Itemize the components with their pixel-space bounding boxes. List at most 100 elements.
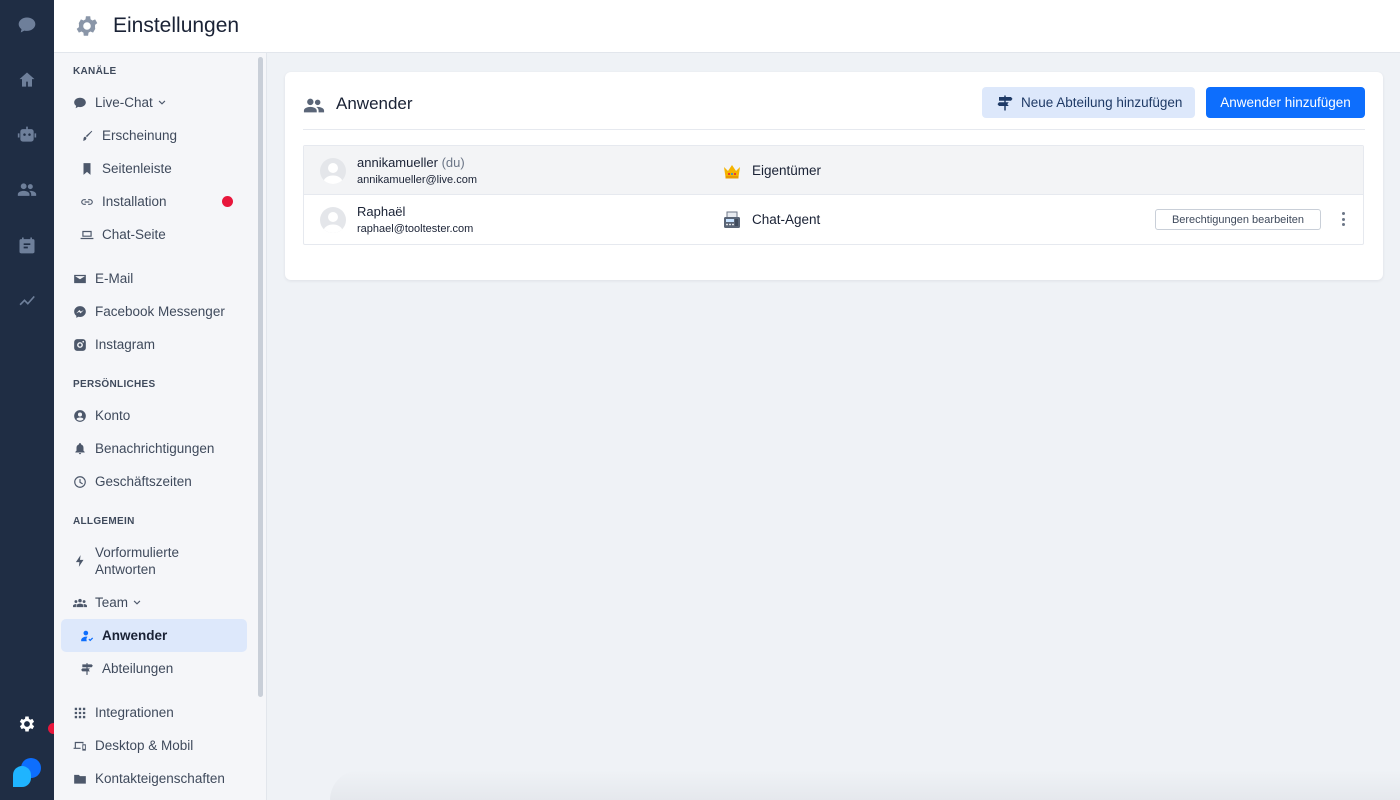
link-icon [81,198,93,205]
sidebar-item-contact-properties[interactable]: Kontakteigenschaften [61,762,247,795]
section-heading-personal: PERSÖNLICHES [73,379,156,390]
table-row[interactable]: annikamueller (du) annikamueller@live.co… [304,146,1363,195]
sidebar-item-label: Team [95,595,129,610]
card-title: Anwender [336,94,413,113]
user-role: Eigentümer [752,163,822,178]
bell-icon [75,442,85,454]
page-header: Einstellungen [54,0,1400,53]
sidebar-item-canned-responses[interactable]: Vorformulierte Antworten [61,539,247,583]
add-department-label: Neue Abteilung hinzufügen [1021,95,1183,110]
laptop-icon [80,230,94,239]
add-user-button[interactable]: Anwender hinzufügen [1206,87,1365,118]
current-user-marker: (du) [441,155,465,170]
chat-bubble-icon [74,97,86,108]
grid-icon [74,707,86,718]
sidebar-item-label: Kontakteigenschaften [95,771,225,786]
envelope-icon [74,274,86,283]
analytics-icon[interactable] [0,280,54,320]
sidebar-item-label: Geschäftszeiten [95,474,192,489]
sidebar-item-chat-page[interactable]: Chat-Seite [61,218,247,251]
avatar-placeholder-icon [323,163,343,184]
sidebar-item-label: Installation [102,194,167,209]
settings-gear-icon [76,16,98,36]
page-title: Einstellungen [113,14,240,37]
sidebar-item-instagram[interactable]: Instagram [61,328,247,361]
sidebar-item-integrations[interactable]: Integrationen [61,696,247,729]
team-icon [73,598,87,607]
app-rail [0,0,59,800]
user-circle-icon [74,409,86,422]
bot-icon[interactable] [0,115,54,155]
users-table: annikamueller (du) annikamueller@live.co… [303,145,1364,245]
devices-icon [73,741,86,751]
sidebar-item-label: Abteilungen [102,661,174,676]
avatar [320,158,346,184]
sidebar-item-label: Instagram [95,337,156,352]
user-check-icon [81,630,94,641]
sidebar-item-installation[interactable]: Installation [61,185,247,218]
settings-sidebar: KANÄLE Live-Chat Erscheinung Seitenleist… [54,53,267,800]
users-icon [303,98,325,113]
more-options-icon[interactable] [1335,210,1351,228]
brush-icon [82,130,93,141]
sidebar-item-departments[interactable]: Abteilungen [61,652,247,685]
lightning-icon [75,555,84,567]
user-name: Raphaël [357,204,406,219]
tickets-icon[interactable] [0,225,54,265]
table-row[interactable]: Raphaël raphael@tooltester.com Chat-Agen… [304,195,1363,244]
clock-icon [74,475,86,488]
sidebar-item-label: Integrationen [95,705,174,720]
sidebar-item-label: Konto [95,408,131,423]
avatar [320,207,346,233]
sidebar-item-desktop-mobile[interactable]: Desktop & Mobil [61,729,247,762]
sidebar-item-live-chat[interactable]: Live-Chat [61,86,247,119]
user-name: annikamueller (du) [357,155,465,170]
sidebar-item-business-hours[interactable]: Geschäftszeiten [61,465,247,498]
signpost-icon [997,95,1013,110]
add-department-button[interactable]: Neue Abteilung hinzufügen [982,87,1195,118]
settings-icon[interactable] [0,704,54,744]
section-heading-general: ALLGEMEIN [73,516,135,527]
users-card: Anwender Neue Abteilung hinzufügen Anwen… [285,72,1383,280]
sidebar-item-label: E-Mail [95,271,134,286]
crown-icon [724,165,740,179]
sidebar-item-label: Live-Chat [95,95,153,110]
inbox-icon[interactable] [0,5,54,45]
sidebar-item-notifications[interactable]: Benachrichtigungen [61,432,247,465]
avatar-placeholder-icon [323,212,343,233]
sidebar-item-label: Vorformulierte Antworten [95,545,180,577]
sidebar-item-label: Facebook Messenger [95,304,225,319]
chevron-down-icon [133,600,141,605]
contacts-icon[interactable] [0,170,54,210]
bottom-shadow [330,770,1400,800]
folder-icon [74,774,86,784]
sidebar-scrollbar[interactable] [258,57,263,697]
sidebar-item-sidebar[interactable]: Seitenleiste [61,152,247,185]
home-icon[interactable] [0,60,54,100]
user-role: Chat-Agent [752,212,821,227]
sidebar-item-email[interactable]: E-Mail [61,262,247,295]
sidebar-item-label: Anwender [102,628,168,643]
bookmark-icon [83,162,91,175]
sidebar-item-label: Benachrichtigungen [95,441,215,456]
sidebar-item-account[interactable]: Konto [61,399,247,432]
sidebar-item-label: Chat-Seite [102,227,166,242]
brand-logo-icon [13,758,41,787]
sidebar-item-facebook-messenger[interactable]: Facebook Messenger [61,295,247,328]
user-email: raphael@tooltester.com [357,223,474,235]
sidebar-item-appearance[interactable]: Erscheinung [61,119,247,152]
user-email: annikamueller@live.com [357,174,477,186]
sidebar-item-label: Erscheinung [102,128,178,143]
instagram-icon [74,338,86,351]
card-header: Anwender Neue Abteilung hinzufügen Anwen… [303,86,1365,130]
fax-icon [724,211,740,228]
signpost-icon [81,662,93,675]
messenger-icon [74,305,86,318]
sidebar-item-team[interactable]: Team [61,586,247,619]
edit-permissions-button[interactable]: Berechtigungen bearbeiten [1155,209,1321,230]
sidebar-item-label: Seitenleiste [102,161,172,176]
sidebar-item-users[interactable]: Anwender [61,619,247,652]
sidebar-item-label: Desktop & Mobil [95,738,194,753]
section-heading-channels: KANÄLE [73,66,117,77]
installation-alert-dot [222,196,233,207]
